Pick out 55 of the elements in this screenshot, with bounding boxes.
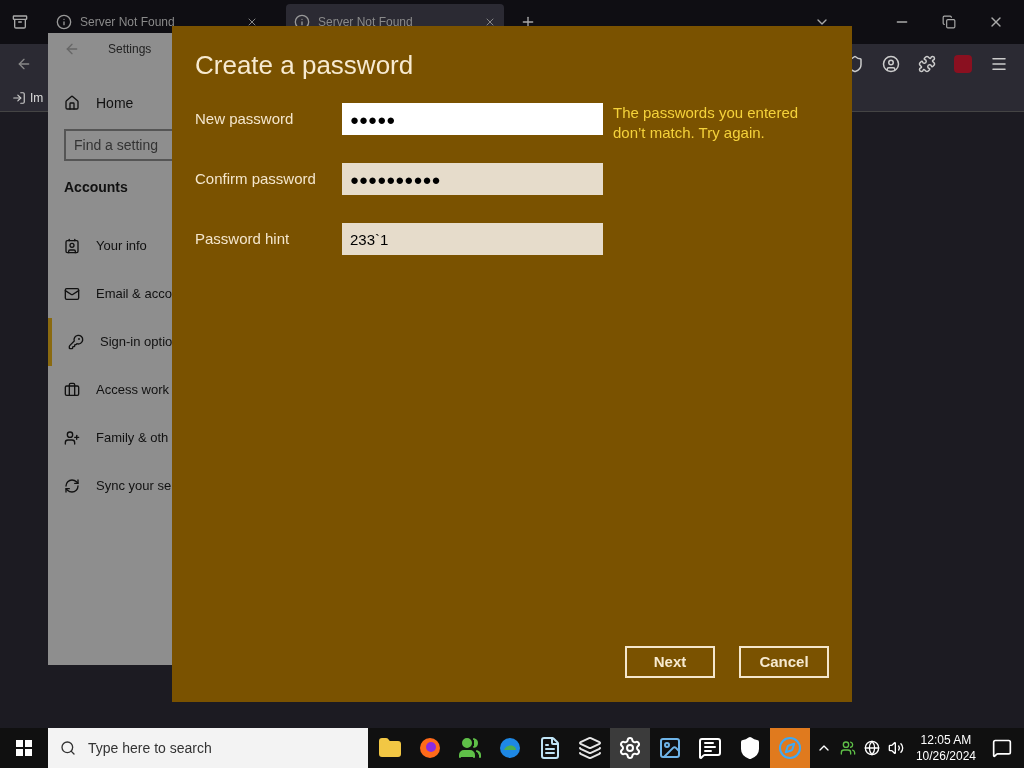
- wave-circle-icon: [498, 736, 522, 760]
- notepad-icon: [538, 736, 562, 760]
- shield-icon: [738, 736, 762, 760]
- search-field[interactable]: Find a setting: [64, 129, 172, 161]
- settings-icon: [618, 736, 642, 760]
- person-plus-icon: [64, 430, 80, 446]
- contact-card-icon: [64, 238, 80, 254]
- close-tab-icon[interactable]: [484, 16, 496, 28]
- search-field[interactable]: Type here to search: [48, 728, 368, 768]
- field-label: Password hint: [195, 228, 291, 249]
- briefcase-icon: [64, 382, 80, 398]
- windows-logo-icon: [16, 740, 32, 756]
- dialog-button[interactable]: Next: [625, 646, 715, 678]
- search-icon: [60, 740, 76, 756]
- nav-item[interactable]: Your info: [48, 222, 172, 270]
- bookmark-label[interactable]: Im: [30, 88, 44, 107]
- password-field[interactable]: ●●●●●●●●●●: [342, 163, 603, 195]
- notifications-icon[interactable]: [992, 738, 1012, 758]
- person-chat-icon: [698, 736, 722, 760]
- puzzle-icon[interactable]: [918, 55, 936, 73]
- account-icon[interactable]: [882, 55, 900, 73]
- dialog-title: Create a password: [195, 49, 415, 82]
- close-tab-icon[interactable]: [246, 16, 258, 28]
- sync-icon: [64, 478, 80, 494]
- restore-icon[interactable]: [942, 15, 956, 29]
- menu-icon[interactable]: [990, 55, 1008, 73]
- nav-item[interactable]: Sync your se: [48, 462, 172, 510]
- window-title: Settings: [108, 41, 152, 58]
- nav-item[interactable]: Access work: [48, 366, 172, 414]
- section-heading: Accounts: [64, 178, 129, 197]
- info-icon: [56, 14, 72, 30]
- field-label: Confirm password: [195, 168, 317, 189]
- field-label: New password: [195, 108, 295, 129]
- picture-frame-icon: [658, 736, 682, 760]
- password-field[interactable]: 233`1: [342, 223, 603, 255]
- key-icon: [68, 334, 84, 350]
- folder-icon: [378, 736, 402, 760]
- tab-list-icon[interactable]: [12, 14, 28, 30]
- people-tray-icon[interactable]: [839, 740, 856, 756]
- error-message: The passwords you entered don’t match. Try again.: [613, 103, 800, 143]
- back-icon[interactable]: [16, 56, 32, 72]
- import-icon: [12, 90, 26, 105]
- people-icon: [458, 736, 482, 760]
- network-icon[interactable]: [863, 740, 880, 756]
- dialog-button[interactable]: Cancel: [739, 646, 829, 678]
- password-field[interactable]: ●●●●●: [342, 103, 603, 135]
- clock[interactable]: 12:05 AM 10/26/2024: [915, 732, 976, 764]
- nav-item[interactable]: Family & oth: [48, 414, 172, 462]
- taskbar-app[interactable]: [610, 728, 650, 768]
- home-icon: [64, 95, 80, 111]
- nav-item[interactable]: Email & acco: [48, 270, 172, 318]
- envelope-icon: [64, 286, 80, 302]
- stacked-windows-icon: [578, 736, 602, 760]
- home-item[interactable]: Home: [48, 85, 172, 121]
- volume-icon[interactable]: [887, 740, 904, 756]
